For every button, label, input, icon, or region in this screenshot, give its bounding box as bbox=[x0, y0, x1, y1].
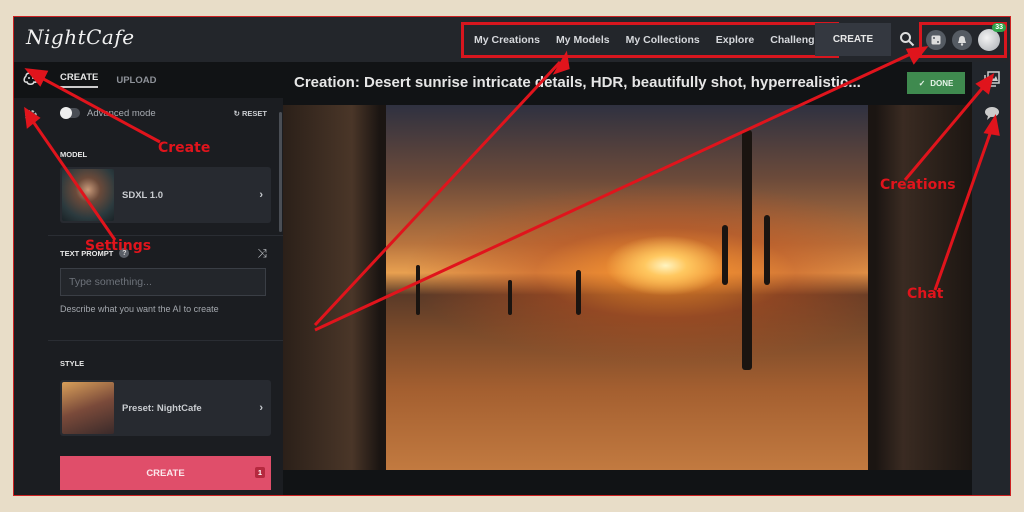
image-backdrop bbox=[283, 105, 972, 470]
main-nav: My Creations My Models My Collections Ex… bbox=[461, 22, 840, 58]
text-prompt-input[interactable] bbox=[60, 268, 266, 296]
tab-create[interactable]: CREATE bbox=[60, 72, 99, 88]
chevron-right-icon: › bbox=[259, 189, 263, 201]
cactus-shape bbox=[742, 130, 752, 370]
style-thumbnail bbox=[62, 382, 114, 434]
create-button[interactable]: CREATE 1 bbox=[60, 456, 271, 490]
cactus-shape bbox=[764, 215, 770, 285]
nav-my-creations[interactable]: My Creations bbox=[474, 34, 540, 46]
search-icon[interactable] bbox=[899, 31, 915, 47]
reset-button[interactable]: ↻ RESET bbox=[234, 109, 267, 118]
creation-view: Creation: Desert sunrise intricate detai… bbox=[283, 62, 972, 495]
advanced-mode-label: Advanced mode bbox=[87, 107, 156, 119]
top-bar: NightCafe My Creations My Models My Coll… bbox=[14, 17, 1010, 62]
app-window: NightCafe My Creations My Models My Coll… bbox=[13, 16, 1011, 496]
model-thumbnail bbox=[62, 169, 114, 221]
check-icon: ✓ bbox=[918, 78, 926, 88]
text-prompt-header: TEXT PROMPT ? ⤨ bbox=[48, 246, 283, 261]
notification-badge: 33 bbox=[992, 23, 1006, 32]
header-create-button[interactable]: CREATE bbox=[815, 23, 891, 56]
panel-scrollbar[interactable] bbox=[279, 112, 282, 232]
annotation-creations: Creations bbox=[880, 177, 956, 193]
nav-my-models[interactable]: My Models bbox=[556, 34, 610, 46]
panel-tabs: CREATE UPLOAD bbox=[48, 62, 283, 98]
reset-label: RESET bbox=[241, 108, 267, 118]
cactus-shape bbox=[416, 265, 420, 315]
reset-icon: ↻ bbox=[233, 108, 242, 118]
left-rail bbox=[14, 62, 48, 495]
creations-gallery-icon[interactable] bbox=[984, 71, 1000, 87]
model-name: SDXL 1.0 bbox=[122, 189, 164, 201]
cactus-shape bbox=[576, 270, 581, 315]
tab-upload[interactable]: UPLOAD bbox=[116, 75, 156, 86]
nav-explore[interactable]: Explore bbox=[716, 34, 755, 46]
cactus-shape bbox=[508, 280, 512, 315]
cactus-shape bbox=[722, 225, 728, 285]
divider bbox=[48, 235, 283, 236]
rail-create-section bbox=[14, 62, 48, 98]
chat-icon[interactable] bbox=[984, 106, 1000, 121]
create-button-label: CREATE bbox=[146, 467, 185, 479]
annotation-chat: Chat bbox=[907, 286, 944, 302]
done-button[interactable]: ✓ DONE bbox=[907, 72, 965, 94]
right-rail bbox=[972, 62, 1010, 495]
model-selector[interactable]: SDXL 1.0 › bbox=[60, 167, 271, 223]
style-selector[interactable]: Preset: NightCafe › bbox=[60, 380, 271, 436]
create-panel: CREATE UPLOAD Advanced mode ↻ RESET MODE… bbox=[48, 62, 283, 495]
credit-cost-badge: 1 bbox=[254, 467, 265, 478]
chevron-right-icon: › bbox=[259, 402, 263, 414]
style-label: STYLE bbox=[60, 359, 85, 368]
advanced-mode-toggle[interactable] bbox=[60, 107, 80, 119]
shuffle-icon[interactable]: ⤨ bbox=[257, 246, 267, 261]
creation-title: Creation: Desert sunrise intricate detai… bbox=[294, 74, 861, 91]
bell-icon[interactable] bbox=[952, 30, 972, 50]
annotation-settings: Settings bbox=[85, 238, 152, 254]
dice-icon[interactable] bbox=[926, 30, 946, 50]
advanced-mode-row: Advanced mode ↻ RESET bbox=[48, 98, 283, 128]
gear-icon[interactable] bbox=[23, 108, 39, 124]
annotation-create: Create bbox=[158, 140, 211, 156]
prompt-hint: Describe what you want the AI to create bbox=[60, 304, 219, 314]
creation-image[interactable] bbox=[386, 105, 868, 470]
style-name: Preset: NightCafe bbox=[122, 402, 202, 414]
user-avatar[interactable]: 33 bbox=[978, 23, 1006, 51]
done-label: DONE bbox=[930, 78, 954, 88]
user-icons-group: 33 bbox=[919, 22, 1007, 58]
brain-create-icon[interactable] bbox=[23, 72, 39, 86]
nav-my-collections[interactable]: My Collections bbox=[626, 34, 700, 46]
divider bbox=[48, 340, 283, 341]
nightcafe-logo[interactable]: NightCafe bbox=[26, 25, 135, 49]
